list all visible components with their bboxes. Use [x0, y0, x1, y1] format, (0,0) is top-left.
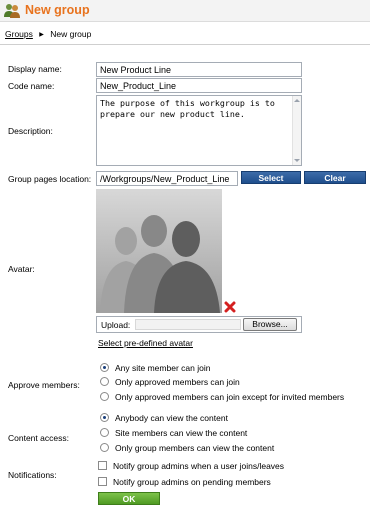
upload-label: Upload:: [101, 320, 131, 330]
approve-option-approved[interactable]: Only approved members can join: [100, 377, 240, 388]
radio-icon[interactable]: [100, 392, 109, 401]
group-pages-location-field[interactable]: /Workgroups/New_Product_Line: [96, 171, 238, 186]
content-access-label: Content access:: [8, 433, 69, 443]
notify-pending-option[interactable]: Notify group admins on pending members: [98, 477, 271, 488]
page-title: New group: [25, 3, 90, 17]
checkbox-icon[interactable]: [98, 461, 107, 470]
breadcrumb-arrow-icon: ▶: [39, 32, 44, 38]
breadcrumb-groups-link[interactable]: Groups: [5, 29, 33, 39]
notifications-label: Notifications:: [8, 470, 57, 480]
predefined-avatar-link[interactable]: Select pre-defined avatar: [98, 338, 193, 348]
radio-icon[interactable]: [100, 443, 109, 452]
description-text: The purpose of this workgroup is to prep…: [100, 98, 275, 119]
ok-button[interactable]: OK: [98, 492, 160, 505]
breadcrumb-current: New group: [50, 29, 92, 39]
header-divider: [0, 44, 370, 45]
delete-avatar-icon[interactable]: [224, 301, 236, 313]
avatar-image: [96, 189, 222, 313]
page-header: New group: [0, 0, 370, 22]
radio-icon[interactable]: [100, 377, 109, 386]
approve-option-any[interactable]: Any site member can join: [100, 363, 210, 374]
access-option-anybody[interactable]: Anybody can view the content: [100, 413, 228, 424]
checkbox-icon[interactable]: [98, 477, 107, 486]
approve-option-approved-except-invited[interactable]: Only approved members can join except fo…: [100, 392, 344, 403]
display-name-field[interactable]: New Product Line: [96, 62, 302, 77]
upload-file-input[interactable]: [135, 319, 241, 330]
breadcrumb: Groups ▶ New group: [5, 29, 91, 39]
description-label: Description:: [8, 126, 53, 136]
scroll-up-icon[interactable]: [294, 99, 300, 102]
code-name-field[interactable]: New_Product_Line: [96, 78, 302, 93]
notify-join-leave-option[interactable]: Notify group admins when a user joins/le…: [98, 461, 284, 472]
description-textarea[interactable]: The purpose of this workgroup is to prep…: [96, 95, 302, 166]
radio-icon[interactable]: [100, 363, 109, 372]
access-option-group-members[interactable]: Only group members can view the content: [100, 443, 274, 454]
clear-location-button[interactable]: Clear: [304, 171, 366, 184]
scroll-down-icon[interactable]: [294, 159, 300, 162]
approve-members-label: Approve members:: [8, 380, 80, 390]
description-scrollbar[interactable]: [292, 96, 301, 165]
browse-button[interactable]: Browse...: [243, 318, 297, 331]
avatar-upload: Upload: Browse...: [96, 316, 302, 333]
group-icon: [4, 4, 20, 18]
display-name-label: Display name:: [8, 64, 62, 74]
radio-icon[interactable]: [100, 428, 109, 437]
access-option-site-members[interactable]: Site members can view the content: [100, 428, 247, 439]
group-pages-location-label: Group pages location:: [8, 174, 92, 184]
radio-icon[interactable]: [100, 413, 109, 422]
avatar-label: Avatar:: [8, 264, 35, 274]
code-name-label: Code name:: [8, 81, 55, 91]
select-location-button[interactable]: Select: [241, 171, 301, 184]
avatar-silhouette-icon: [96, 189, 222, 313]
